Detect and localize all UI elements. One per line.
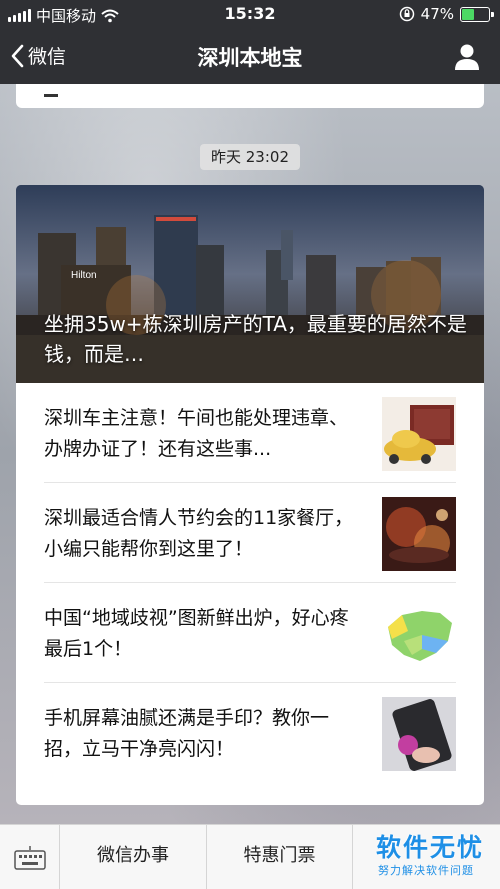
user-icon[interactable]	[454, 43, 480, 71]
watermark-main: 软件无忧	[376, 833, 485, 862]
watermark: 软件无忧 努力解决软件问题	[372, 828, 496, 884]
car-license-thumbnail	[382, 397, 456, 471]
page-title: 深圳本地宝	[197, 46, 303, 70]
previous-message-card[interactable]	[16, 84, 484, 108]
battery-fill	[462, 8, 475, 20]
article-title: 深圳车主注意！午间也能处理违章、办牌办证了！还有这些事...	[44, 407, 349, 460]
status-bar: 中国移动 15:32 47%	[0, 0, 500, 30]
hero-sign: Hilton	[71, 270, 97, 281]
article-title: 手机屏幕油腻还满是手印？教你一招，立马干净亮闪闪！	[44, 707, 330, 760]
battery-percent: 47%	[420, 5, 454, 23]
article-item[interactable]: 深圳车主注意！午间也能处理违章、办牌办证了！还有这些事...	[44, 383, 456, 483]
nav-bar: 微信 深圳本地宝	[0, 30, 500, 84]
hero-article[interactable]: Hilton 坐拥35w+栋深圳房产的TA，最重要的居然不是钱，而是…	[16, 185, 484, 383]
article-item[interactable]: 手机屏幕油腻还满是手印？教你一招，立马干净亮闪闪！	[44, 683, 456, 783]
article-item[interactable]: 中国“地域歧视”图新鲜出炉，好心疼最后1个！	[44, 583, 456, 683]
menu-item-wechat-services[interactable]: 微信办事	[60, 825, 207, 889]
battery-icon	[460, 6, 494, 22]
article-item[interactable]: 深圳最适合情人节约会的11家餐厅，小编只能帮你到这里了！	[44, 483, 456, 583]
watermark-sub: 努力解决软件问题	[378, 864, 474, 877]
china-map-thumbnail	[382, 597, 456, 671]
article-card: Hilton 坐拥35w+栋深圳房产的TA，最重要的居然不是钱，而是… 深圳车主…	[16, 185, 484, 805]
dinner-thumbnail	[382, 497, 456, 571]
message-timestamp: 昨天 23:02	[200, 144, 300, 170]
keyboard-icon	[14, 846, 46, 870]
keyboard-toggle-button[interactable]	[0, 825, 60, 889]
article-title: 中国“地域歧视”图新鲜出炉，好心疼最后1个！	[44, 607, 349, 660]
menu-item-discount-tickets[interactable]: 特惠门票	[207, 825, 353, 889]
phone-screen-thumbnail	[382, 697, 456, 771]
orientation-lock-icon	[399, 6, 414, 22]
article-title: 深圳最适合情人节约会的11家餐厅，小编只能帮你到这里了！	[44, 507, 354, 560]
hero-article-title: 坐拥35w+栋深圳房产的TA，最重要的居然不是钱，而是…	[44, 312, 467, 366]
